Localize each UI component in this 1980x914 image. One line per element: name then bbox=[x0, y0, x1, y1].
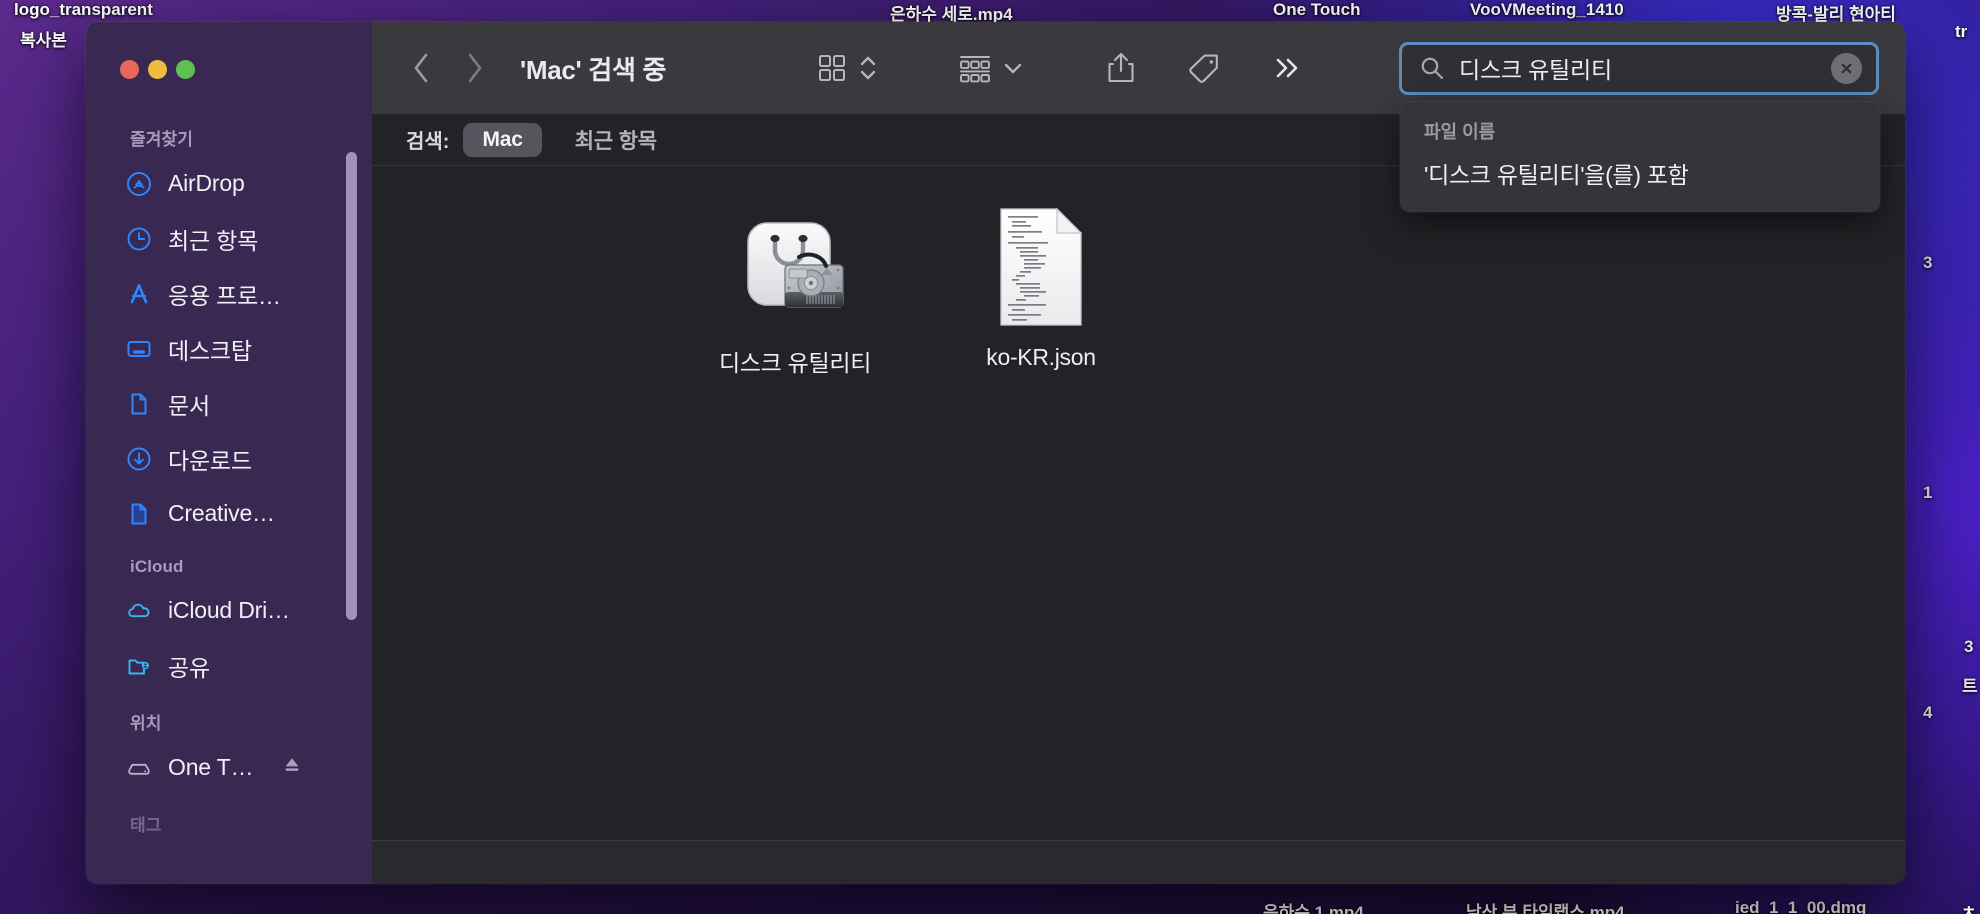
file-list-area: 디스크 유틸리티 bbox=[372, 166, 1905, 840]
desktop-icon-label: One Touch bbox=[1273, 0, 1361, 20]
sidebar-item-applications[interactable]: 응용 프로… bbox=[86, 266, 372, 321]
sidebar-item-label: 다운로드 bbox=[168, 442, 252, 476]
file-name: ko-KR.json bbox=[986, 344, 1096, 371]
desktop-icon-label: tr bbox=[1955, 22, 1967, 42]
desktop-icon-label: ied_1_1_00.dmg bbox=[1735, 898, 1866, 914]
desktop-icon-label: 3 bbox=[1923, 253, 1932, 273]
sidebar-scrollbar[interactable] bbox=[346, 152, 357, 620]
desktop: logo_transparent 복사본 은하수 세로.mp4 One Touc… bbox=[0, 0, 1980, 914]
file-item-disk-utility[interactable]: 디스크 유틸리티 bbox=[672, 200, 918, 378]
airdrop-icon bbox=[126, 171, 152, 197]
file-name: 디스크 유틸리티 bbox=[719, 344, 871, 378]
content-pane: 'Mac' 검색 중 bbox=[372, 22, 1905, 884]
sidebar-item-downloads[interactable]: 다운로드 bbox=[86, 431, 372, 486]
desktop-icon-label: ㅊ bbox=[1961, 898, 1977, 914]
toolbar-overflow-button[interactable] bbox=[1270, 51, 1302, 85]
sidebar-item-label: 공유 bbox=[168, 649, 210, 683]
json-document-icon bbox=[987, 200, 1095, 328]
sidebar-item-label: iCloud Dri… bbox=[168, 597, 290, 624]
window-controls bbox=[86, 22, 372, 79]
toolbar: 'Mac' 검색 중 bbox=[372, 22, 1905, 114]
group-by-control[interactable] bbox=[958, 52, 1024, 84]
search-input-value: 디스크 유틸리티 bbox=[1459, 51, 1817, 85]
desktop-icon-label: 4 bbox=[1923, 703, 1932, 723]
sidebar: 즐겨찾기 AirDrop bbox=[86, 22, 372, 884]
clock-icon bbox=[126, 226, 152, 252]
sidebar-item-desktop[interactable]: 데스크탑 bbox=[86, 321, 372, 376]
share-button[interactable] bbox=[1104, 50, 1138, 86]
sidebar-section-icloud-header: iCloud bbox=[86, 541, 372, 583]
maximize-button[interactable] bbox=[176, 60, 195, 79]
desktop-icon-label: 트 bbox=[1962, 672, 1978, 697]
scope-option-mac[interactable]: Mac bbox=[463, 123, 541, 157]
view-mode-control[interactable] bbox=[816, 51, 878, 85]
sidebar-item-label: AirDrop bbox=[168, 170, 245, 197]
window-title: 'Mac' 검색 중 bbox=[520, 50, 666, 87]
desktop-icon-label: logo_transparent bbox=[14, 0, 153, 20]
desktop-icon-label: 3 bbox=[1964, 637, 1973, 657]
desktop-icon-label: VooVMeeting_1410 bbox=[1470, 0, 1624, 20]
disk-utility-app-icon bbox=[739, 200, 851, 328]
folder-document-icon bbox=[126, 501, 152, 527]
group-by-icon[interactable] bbox=[958, 52, 992, 84]
sidebar-item-airdrop[interactable]: AirDrop bbox=[86, 156, 372, 211]
search-icon bbox=[1419, 55, 1445, 81]
download-circle-icon bbox=[126, 446, 152, 472]
back-button[interactable] bbox=[396, 42, 448, 94]
finder-window: 즐겨찾기 AirDrop bbox=[86, 22, 1905, 884]
icon-grid: 디스크 유틸리티 bbox=[372, 200, 1905, 378]
eject-icon[interactable] bbox=[281, 754, 303, 781]
icon-view-grid-icon[interactable] bbox=[816, 52, 848, 84]
sidebar-item-one-touch[interactable]: One T… bbox=[86, 740, 372, 795]
scope-label: 검색: bbox=[406, 125, 449, 154]
search-input[interactable]: 디스크 유틸리티 bbox=[1399, 42, 1879, 95]
sidebar-item-label: One T… bbox=[168, 754, 253, 781]
sidebar-item-documents[interactable]: 문서 bbox=[86, 376, 372, 431]
desktop-icon-label: 1 bbox=[1923, 483, 1932, 503]
desktop-icon-label: 남산 뷰 타임랩스.mp4 bbox=[1466, 898, 1625, 914]
suggestion-item[interactable]: '디스크 유틸리티'을(를) 포함 bbox=[1400, 150, 1880, 196]
close-button[interactable] bbox=[120, 60, 139, 79]
sidebar-item-shared[interactable]: 공유 bbox=[86, 638, 372, 693]
cloud-icon bbox=[126, 598, 152, 624]
sidebar-item-creative-cloud[interactable]: Creative… bbox=[86, 486, 372, 541]
sidebar-section-tags-header: 태그 bbox=[86, 795, 372, 842]
sidebar-item-label: 데스크탑 bbox=[168, 332, 252, 366]
file-item-ko-kr-json[interactable]: ko-KR.json bbox=[918, 200, 1164, 378]
search-area: 디스크 유틸리티 파일 이름 '디스크 유틸리티'을(를) 포함 bbox=[1399, 42, 1879, 95]
suggestion-group-header: 파일 이름 bbox=[1400, 114, 1880, 150]
sidebar-item-label: 문서 bbox=[168, 387, 210, 421]
chevron-down-icon[interactable] bbox=[1002, 57, 1024, 79]
sidebar-scroll-area: 즐겨찾기 AirDrop bbox=[86, 79, 372, 842]
sidebar-item-label: 응용 프로… bbox=[168, 277, 281, 311]
tag-button[interactable] bbox=[1186, 51, 1222, 85]
sidebar-item-recents[interactable]: 최근 항목 bbox=[86, 211, 372, 266]
external-drive-icon bbox=[126, 755, 152, 781]
applications-icon bbox=[126, 281, 152, 307]
forward-button[interactable] bbox=[448, 42, 500, 94]
sidebar-item-icloud-drive[interactable]: iCloud Dri… bbox=[86, 583, 372, 638]
shared-folder-icon bbox=[126, 653, 152, 679]
desktop-icon bbox=[126, 336, 152, 362]
up-down-chevron-icon[interactable] bbox=[858, 51, 878, 85]
scope-option-recents[interactable]: 최근 항목 bbox=[556, 120, 676, 160]
desktop-icon-label: 복사본 bbox=[20, 26, 67, 51]
search-suggestions-dropdown: 파일 이름 '디스크 유틸리티'을(를) 포함 bbox=[1400, 102, 1880, 212]
status-bar bbox=[372, 840, 1905, 884]
sidebar-item-label: Creative… bbox=[168, 500, 275, 527]
minimize-button[interactable] bbox=[148, 60, 167, 79]
sidebar-section-locations-header: 위치 bbox=[86, 693, 372, 740]
clear-search-button[interactable] bbox=[1831, 53, 1862, 84]
sidebar-item-label: 최근 항목 bbox=[168, 222, 258, 256]
sidebar-section-favorites-header: 즐겨찾기 bbox=[86, 109, 372, 156]
document-icon bbox=[126, 391, 152, 417]
desktop-icon-label: 은하수 1.mp4 bbox=[1263, 898, 1364, 914]
